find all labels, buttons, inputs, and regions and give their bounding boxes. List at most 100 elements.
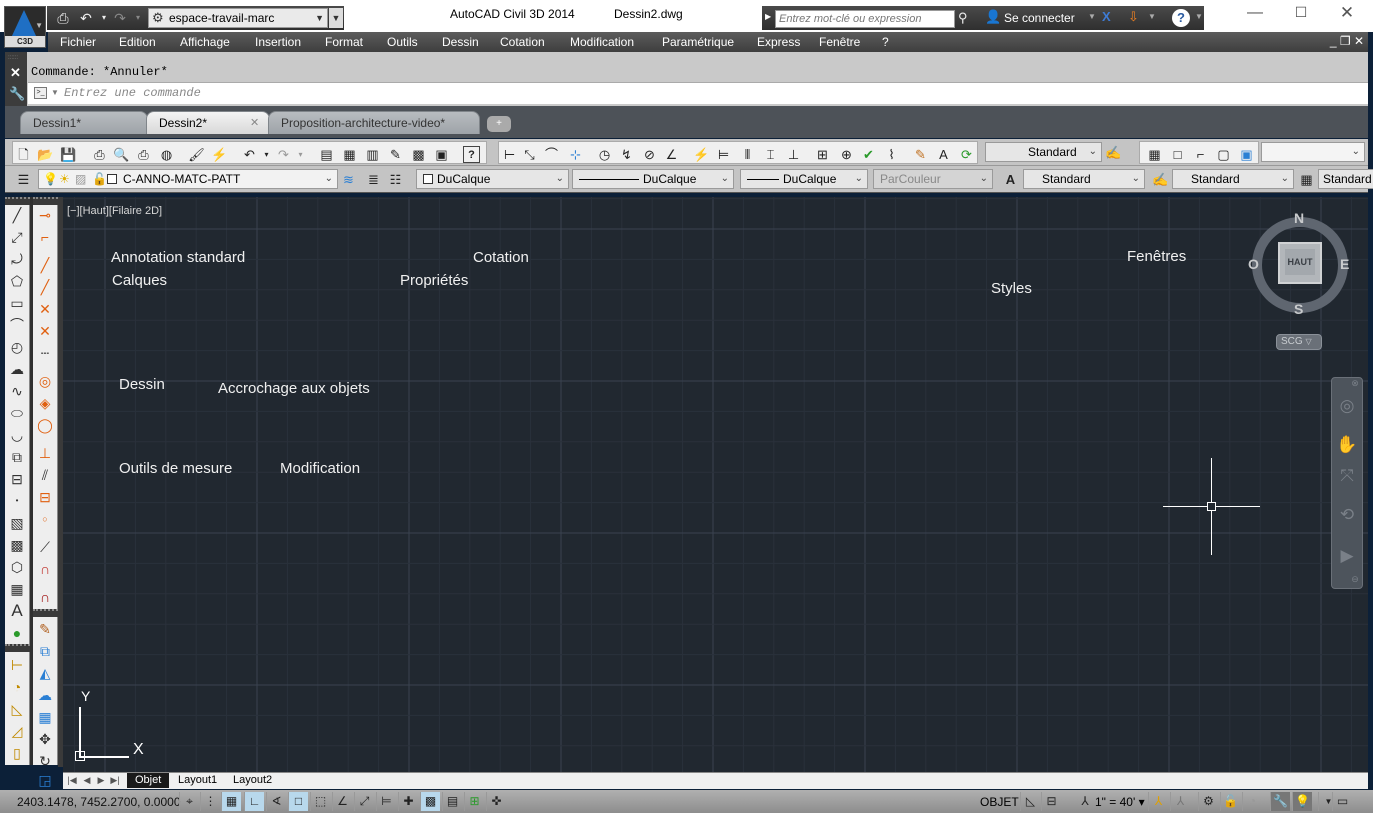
hardware-acceleration-icon[interactable]: ◔ (1242, 792, 1262, 811)
customize-qat-button[interactable]: ▼ (329, 8, 343, 28)
measure-radius-icon[interactable]: ◔ (7, 677, 27, 697)
color-select[interactable]: DuCalque ⌄ (416, 169, 569, 189)
zoom-extents-icon[interactable]: ⤧ (1336, 465, 1358, 487)
menu-outils[interactable]: Outils (387, 35, 418, 49)
document-window-controls[interactable]: _ ❐ ✕ (1330, 34, 1364, 48)
expand-search-icon[interactable]: ▶ (765, 12, 771, 21)
design-center-icon[interactable]: ▦ (341, 146, 358, 163)
snap-from-icon[interactable]: ⌐ (35, 227, 55, 247)
menu-fichier[interactable]: Fichier (60, 35, 96, 49)
diameter-icon[interactable]: ⊘ (641, 146, 658, 163)
redo-icon[interactable]: ↷ (275, 146, 292, 163)
baseline-icon[interactable]: ⊨ (715, 146, 732, 163)
exchange-icon[interactable]: X (1102, 9, 1111, 24)
viewport-freeze-icon[interactable]: ▨ (75, 170, 86, 188)
viewport-controls-label[interactable]: [−][Haut][Filaire 2D] (67, 205, 162, 217)
print-preview-icon[interactable]: 🔍 (113, 146, 130, 163)
add-selected-icon[interactable]: ● (7, 623, 27, 643)
light-bulb-icon[interactable]: 💡 (1292, 792, 1312, 811)
aligned-dimension-icon[interactable]: ⤡ (521, 146, 538, 163)
polygonal-viewport-icon[interactable]: ⌐ (1192, 146, 1209, 163)
grid-display-icon[interactable]: ▦ (221, 792, 241, 811)
table-style-select[interactable]: Standard (1318, 169, 1373, 189)
convert-object-viewport-icon[interactable]: ▢ (1215, 146, 1232, 163)
snap-endpoint-icon[interactable]: ╱ (35, 255, 55, 275)
menu-modification[interactable]: Modification (570, 35, 634, 49)
steering-wheel-icon[interactable]: ◎ (1336, 395, 1358, 417)
tab-layout2[interactable]: Layout2 (225, 773, 280, 788)
chevron-down-icon[interactable]: ▾ (292, 146, 309, 163)
tool-palettes-icon[interactable]: ▥ (364, 146, 381, 163)
snap-insert-icon[interactable]: ⊟ (35, 487, 55, 507)
application-menu-button[interactable]: ▼ C3D (4, 6, 46, 48)
dynamic-ucs-icon[interactable]: ⤢ (354, 792, 374, 811)
new-tab-button[interactable]: + (487, 116, 511, 132)
object-snap-icon[interactable]: □ (288, 792, 308, 811)
quick-view-drawings-icon[interactable]: ⊟ (1041, 792, 1061, 811)
last-layout-icon[interactable]: ▶| (109, 774, 121, 787)
ordinate-dimension-icon[interactable]: ⊹ (567, 146, 584, 163)
autodesk-360-icon[interactable]: ⇩ (1128, 9, 1139, 25)
copy-icon[interactable]: ⧉ (35, 641, 55, 661)
menu-help[interactable]: ? (882, 35, 889, 49)
drag-handle[interactable] (5, 644, 30, 652)
selection-cycling-icon[interactable]: ⊞ (464, 792, 484, 811)
menu-affichage[interactable]: Affichage (180, 35, 230, 49)
chevron-down-icon[interactable]: ▼ (51, 88, 59, 97)
infer-constraints-icon[interactable]: ⌖ (179, 792, 199, 811)
snap-intersection-icon[interactable]: ✕ (35, 299, 55, 319)
snap-node-icon[interactable]: ○ (35, 509, 55, 529)
radius-icon[interactable]: ◷ (596, 146, 613, 163)
construction-line-icon[interactable]: ⤢ (7, 227, 27, 247)
dimension-style-select[interactable]: Standard ⌄ (985, 142, 1102, 162)
table-style-icon[interactable]: ▦ (1298, 171, 1315, 188)
maximize-button[interactable]: ☐ (1286, 4, 1316, 24)
unlock-icon[interactable]: 🔓 (92, 170, 107, 188)
snap-none-icon[interactable]: ∩ (35, 559, 55, 579)
text-style-select[interactable]: Standard ⌄ (1023, 169, 1145, 189)
dynamic-input-icon[interactable]: ⊨ (376, 792, 396, 811)
multiline-text-icon[interactable]: A (7, 601, 27, 621)
help-icon[interactable]: ? (1172, 9, 1190, 27)
dimension-style-icon[interactable]: ✍ (1152, 171, 1169, 188)
make-current-layer-icon[interactable]: ≋ (340, 171, 357, 188)
menu-cotation[interactable]: Cotation (500, 35, 545, 49)
viewcube-face-top[interactable]: HAUT (1285, 249, 1315, 275)
osnap-settings-icon[interactable]: ∩ (35, 587, 55, 607)
insert-block-icon[interactable]: ⧉ (7, 447, 27, 467)
options-icon[interactable]: ⊖ (1350, 574, 1360, 584)
chevron-down-icon[interactable]: ▼ (1088, 12, 1096, 21)
rectangle-icon[interactable]: ▭ (7, 293, 27, 313)
annotation-scale-select[interactable]: 1" = 40' ▾ (1095, 795, 1145, 809)
revision-cloud-icon[interactable]: ☁ (7, 359, 27, 379)
command-input[interactable] (28, 82, 1368, 104)
viewcube[interactable]: HAUT (1278, 242, 1322, 284)
angular-icon[interactable]: ∠ (663, 146, 680, 163)
measure-angle-icon[interactable]: ◺ (7, 699, 27, 719)
viewports-dialog-icon[interactable]: ▦ (1146, 146, 1163, 163)
layer-properties-icon[interactable]: ☰ (15, 171, 32, 188)
snap-nearest-icon[interactable]: ⟋ (35, 537, 55, 557)
array-icon[interactable]: ▦ (35, 707, 55, 727)
temporary-track-icon[interactable]: ⊸ (35, 205, 55, 225)
redo-icon[interactable]: ↷ (111, 9, 129, 27)
workspace-select[interactable]: ⚙ espace-travail-marc ▼ (148, 8, 328, 28)
next-layout-icon[interactable]: ▶ (95, 774, 107, 787)
chevron-down-icon[interactable]: ▾ (258, 146, 275, 163)
snap-center-icon[interactable]: ◎ (35, 371, 55, 391)
drag-handle[interactable] (5, 197, 30, 205)
light-bulb-icon[interactable]: 💡 (43, 170, 58, 188)
auto-scale-icon[interactable]: ⅄ (1170, 792, 1190, 811)
center-mark-icon[interactable]: ⊕ (838, 146, 855, 163)
new-file-icon[interactable]: 🗋 (15, 146, 32, 163)
first-layout-icon[interactable]: |◀ (66, 774, 78, 787)
jogged-linear-icon[interactable]: ⌇ (883, 146, 900, 163)
sign-in-button[interactable]: Se connecter (1004, 11, 1075, 25)
annotation-visibility-icon[interactable]: ⅄ (1148, 792, 1168, 811)
drag-handle[interactable] (33, 609, 58, 617)
close-tab-icon[interactable]: ✕ (250, 116, 259, 129)
snap-extension-icon[interactable]: ┄ (35, 343, 55, 363)
drag-handle[interactable] (33, 197, 58, 205)
layer-select[interactable]: 💡 ☀ ▨ 🔓 C-ANNO-MATC-PATT ⌄ (38, 169, 338, 189)
print-icon[interactable]: ⎙ (54, 9, 72, 27)
